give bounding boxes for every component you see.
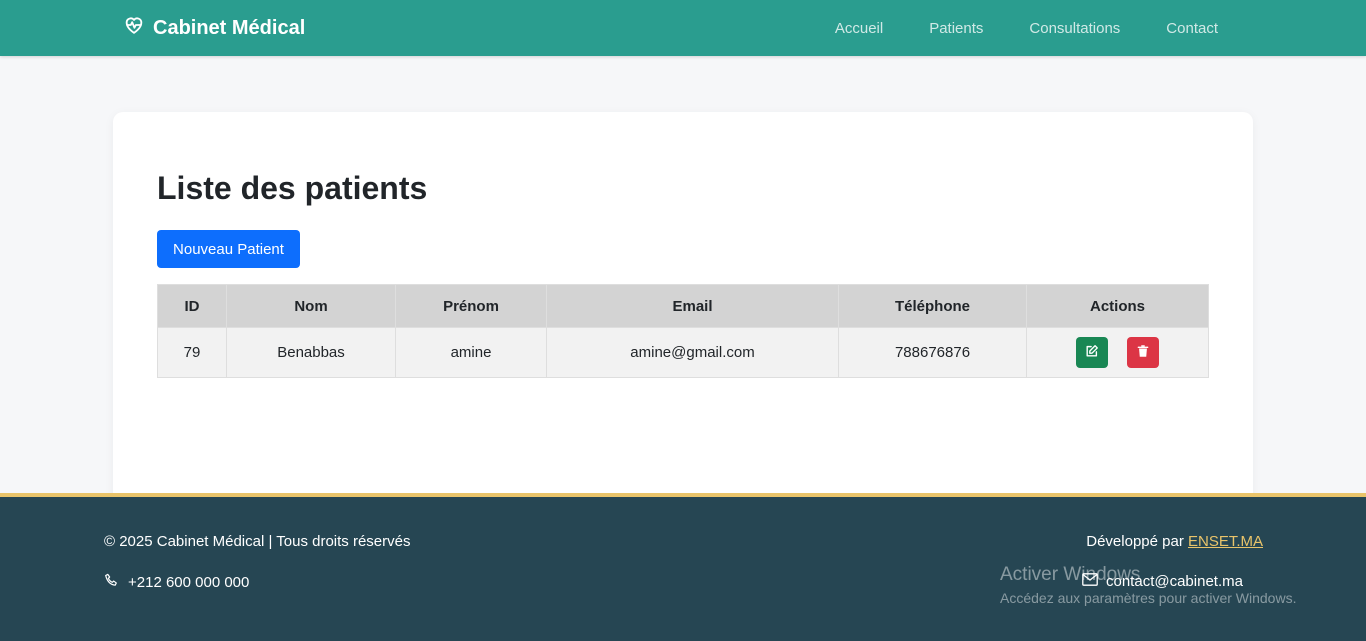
phone-number: +212 600 000 000 [128, 574, 250, 591]
heart-pulse-icon [123, 14, 145, 42]
table-header-row: ID Nom Prénom Email Téléphone Actions [157, 284, 1209, 328]
header-id: ID [157, 284, 227, 328]
edit-icon [1085, 344, 1099, 361]
cell-actions [1026, 327, 1209, 378]
page-title: Liste des patients [157, 170, 428, 206]
patients-table: ID Nom Prénom Email Téléphone Actions 79… [157, 284, 1209, 378]
phone-icon [104, 573, 119, 592]
new-patient-button[interactable]: Nouveau Patient [157, 230, 300, 268]
cell-prenom: amine [395, 327, 547, 378]
table-row: 79 Benabbas amine amine@gmail.com 788676… [157, 327, 1209, 378]
cell-nom: Benabbas [226, 327, 396, 378]
developer-link[interactable]: ENSET.MA [1188, 533, 1263, 550]
header-telephone: Téléphone [838, 284, 1027, 328]
nav-link-patients[interactable]: Patients [929, 20, 983, 37]
trash-icon [1136, 344, 1150, 361]
cell-email: amine@gmail.com [546, 327, 839, 378]
cell-id: 79 [157, 327, 227, 378]
top-navbar: Cabinet Médical Accueil Patients Consult… [0, 0, 1366, 56]
nav-link-contact[interactable]: Contact [1166, 20, 1218, 37]
edit-patient-button[interactable] [1076, 337, 1109, 368]
windows-activation-subtitle: Accédez aux paramètres pour activer Wind… [1000, 590, 1297, 606]
header-email: Email [546, 284, 839, 328]
footer-phone: +212 600 000 000 [104, 573, 249, 592]
copyright-text: © 2025 Cabinet Médical | Tous droits rés… [104, 533, 411, 550]
brand-link[interactable]: Cabinet Médical [123, 15, 305, 41]
header-nom: Nom [226, 284, 396, 328]
patients-card: Liste des patients Nouveau Patient ID No… [113, 112, 1253, 512]
header-actions: Actions [1026, 284, 1209, 328]
nav-link-accueil[interactable]: Accueil [835, 20, 883, 37]
windows-activation-title: Activer Windows [1000, 564, 1141, 585]
main-nav: Accueil Patients Consultations Contact [835, 0, 1218, 56]
developed-by-prefix: Développé par [1086, 533, 1188, 550]
nav-link-consultations[interactable]: Consultations [1029, 20, 1120, 37]
cell-telephone: 788676876 [838, 327, 1027, 378]
delete-patient-button[interactable] [1126, 337, 1159, 368]
brand-name: Cabinet Médical [153, 16, 306, 39]
developed-by: Développé par ENSET.MA [1086, 533, 1263, 550]
header-prenom: Prénom [395, 284, 547, 328]
site-footer: © 2025 Cabinet Médical | Tous droits rés… [0, 493, 1366, 641]
